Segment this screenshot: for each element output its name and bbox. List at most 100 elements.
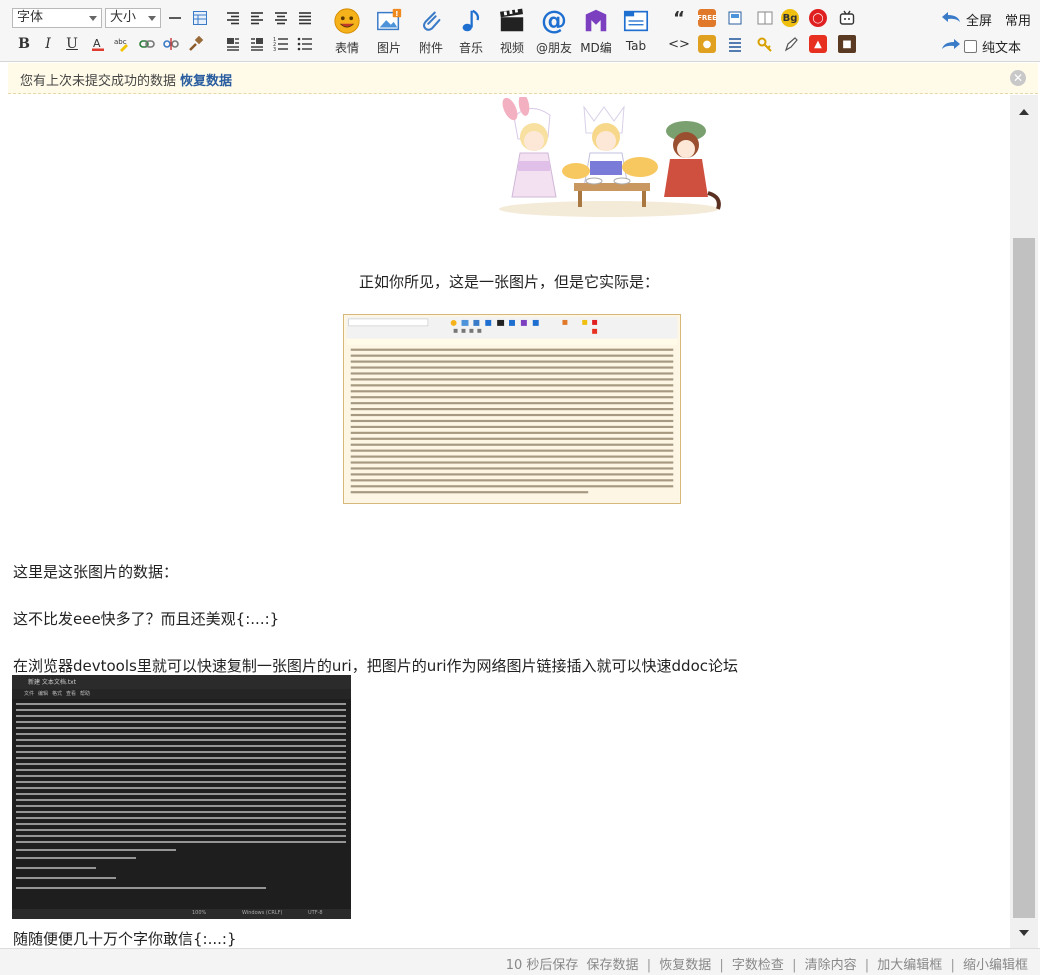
data-intro-text: 这里是这张图片的数据：	[13, 563, 179, 581]
code-icon[interactable]: <>	[668, 34, 690, 54]
hide-content-icon[interactable]	[725, 34, 745, 54]
scroll-down-icon[interactable]	[1010, 922, 1038, 944]
devtools-text: 在浏览器devtools里就可以快速复制一张图片的uri，把图片的uri作为网络…	[13, 657, 738, 675]
columns-icon[interactable]	[755, 8, 775, 28]
editor-scrollbar[interactable]	[1010, 95, 1038, 948]
unlink-icon[interactable]	[161, 34, 181, 54]
tab-button[interactable]: Tab	[614, 6, 658, 56]
netease-music-icon[interactable]: ◯	[809, 9, 827, 27]
shrink-editor-link[interactable]: 缩小编辑框	[963, 958, 1028, 973]
restore-data-status-link[interactable]: 恢复数据	[659, 958, 711, 973]
text-color-icon[interactable]: A	[88, 34, 108, 54]
emoji-button[interactable]: 表情	[325, 6, 369, 56]
lock-icon[interactable]: ●	[698, 35, 716, 53]
align-left-icon[interactable]	[247, 8, 267, 28]
float-right-icon[interactable]	[247, 34, 267, 54]
free-icon[interactable]: FREE	[697, 9, 717, 27]
attachment-button[interactable]: 附件	[409, 6, 453, 56]
notepad-menubar: 文件 编辑 格式 查看 帮助	[12, 689, 351, 699]
comparison-text: 这不比发eee快多了？而且还美观{:...:}	[13, 610, 280, 628]
closing-text: 随随便便几十万个字你敢信{:...:}	[13, 930, 237, 948]
smiley-icon	[332, 6, 362, 36]
redo-button[interactable]	[940, 36, 962, 54]
separator: |	[864, 958, 870, 973]
word-count-link[interactable]: 字数检查	[732, 958, 784, 973]
markdown-button[interactable]: MD编	[574, 6, 618, 56]
enlarge-editor-link[interactable]: 加大编辑框	[877, 958, 942, 973]
horizontal-rule-icon[interactable]	[165, 8, 185, 28]
video-label: 视频	[499, 41, 524, 55]
close-icon[interactable]: ✕	[1010, 70, 1026, 86]
notepad-zoom: 100%	[192, 910, 207, 916]
font-size-select[interactable]: 大小	[105, 8, 161, 28]
unordered-list-icon[interactable]	[295, 34, 315, 54]
scroll-thumb[interactable]	[1013, 238, 1035, 918]
editor-content[interactable]: 正如你所见，这是一张图片，但是它实际是： 这里是这张图片的数据： 这不比发eee…	[8, 95, 1010, 948]
emoji-label: 表情	[334, 41, 359, 55]
video-button[interactable]: 视频	[490, 6, 534, 56]
music-button[interactable]: 音乐	[449, 6, 493, 56]
separator: |	[646, 958, 652, 973]
svg-text:!: !	[395, 9, 398, 18]
underline-icon[interactable]: U	[62, 34, 82, 54]
notepad-menu-format: 格式	[52, 691, 63, 697]
plaintext-label: 纯文本	[982, 41, 1022, 56]
image-icon: !	[374, 6, 404, 36]
quote-icon[interactable]: “	[669, 8, 689, 29]
notepad-menu-file: 文件	[24, 691, 35, 697]
scroll-up-icon[interactable]	[1010, 101, 1038, 123]
arrow-forward-icon	[940, 39, 962, 56]
common-button[interactable]: 常用	[1005, 10, 1031, 29]
italic-icon[interactable]: I	[38, 34, 58, 54]
chevron-down-icon	[148, 16, 156, 21]
chevron-down-icon	[89, 16, 97, 21]
anime-illustration	[490, 95, 728, 219]
link-icon[interactable]	[137, 34, 157, 54]
fullscreen-label: 全屏	[966, 13, 993, 29]
image-button[interactable]: ! 图片	[367, 6, 411, 56]
editor-status-bar: 10 秒后保存 保存数据 | 恢复数据 | 字数检查 | 清除内容 | 加大编辑…	[0, 948, 1040, 975]
separator: |	[719, 958, 724, 973]
notepad-title: 新建 文本文档.txt	[28, 679, 77, 686]
align-center-icon[interactable]	[271, 8, 291, 28]
notepad-menu-help: 帮助	[80, 691, 91, 697]
music-note-icon	[456, 6, 486, 36]
editor-toolbar: 字体 大小 B I U A abc 1 2 3 表情 ! 图片 附件 音乐 视频…	[0, 0, 1040, 62]
align-right-icon[interactable]	[223, 8, 243, 28]
bold-icon[interactable]: B	[14, 34, 34, 54]
highlight-icon[interactable]: abc	[112, 34, 132, 54]
float-left-icon[interactable]	[223, 34, 243, 54]
separator: |	[950, 958, 955, 973]
mention-label: @朋友	[535, 41, 572, 55]
restore-data-link[interactable]: 恢复数据	[180, 74, 232, 89]
bg-icon[interactable]: Bg	[781, 9, 799, 27]
clear-content-link[interactable]: 清除内容	[805, 958, 857, 973]
svg-text:A: A	[93, 37, 101, 50]
editor-screenshot-image	[343, 314, 681, 504]
bilibili-tv-icon[interactable]	[837, 8, 857, 28]
key-icon[interactable]	[755, 34, 775, 54]
save-data-link[interactable]: 保存数据	[587, 958, 639, 973]
autosave-countdown: 10 秒后保存	[505, 958, 579, 973]
paperclip-icon	[416, 6, 446, 36]
post-icon[interactable]	[725, 8, 745, 28]
brush-icon[interactable]	[781, 34, 801, 54]
markdown-label: MD编	[580, 41, 612, 55]
arrow-back-icon	[940, 9, 962, 29]
minecraft-icon[interactable]: ■	[838, 35, 856, 53]
at-sign-icon: @	[541, 6, 567, 36]
fullscreen-button[interactable]: 全屏	[940, 9, 992, 29]
bilibili-game-icon[interactable]: ▲	[809, 35, 827, 53]
table-icon[interactable]	[190, 8, 210, 28]
mention-button[interactable]: @ @朋友	[532, 6, 576, 56]
align-justify-icon[interactable]	[295, 8, 315, 28]
plaintext-toggle[interactable]: 纯文本	[964, 37, 1021, 56]
plaintext-checkbox[interactable]	[964, 40, 977, 53]
notepad-menu-edit: 编辑	[38, 691, 49, 697]
format-painter-icon[interactable]	[186, 34, 206, 54]
ordered-list-icon[interactable]: 123	[271, 34, 291, 54]
caption-text: 正如你所见，这是一张图片，但是它实际是：	[358, 273, 659, 291]
font-family-select[interactable]: 字体	[12, 8, 102, 28]
svg-text:abc: abc	[114, 38, 127, 46]
notepad-statusbar: 100% Windows (CRLF) UTF-8	[12, 909, 351, 919]
